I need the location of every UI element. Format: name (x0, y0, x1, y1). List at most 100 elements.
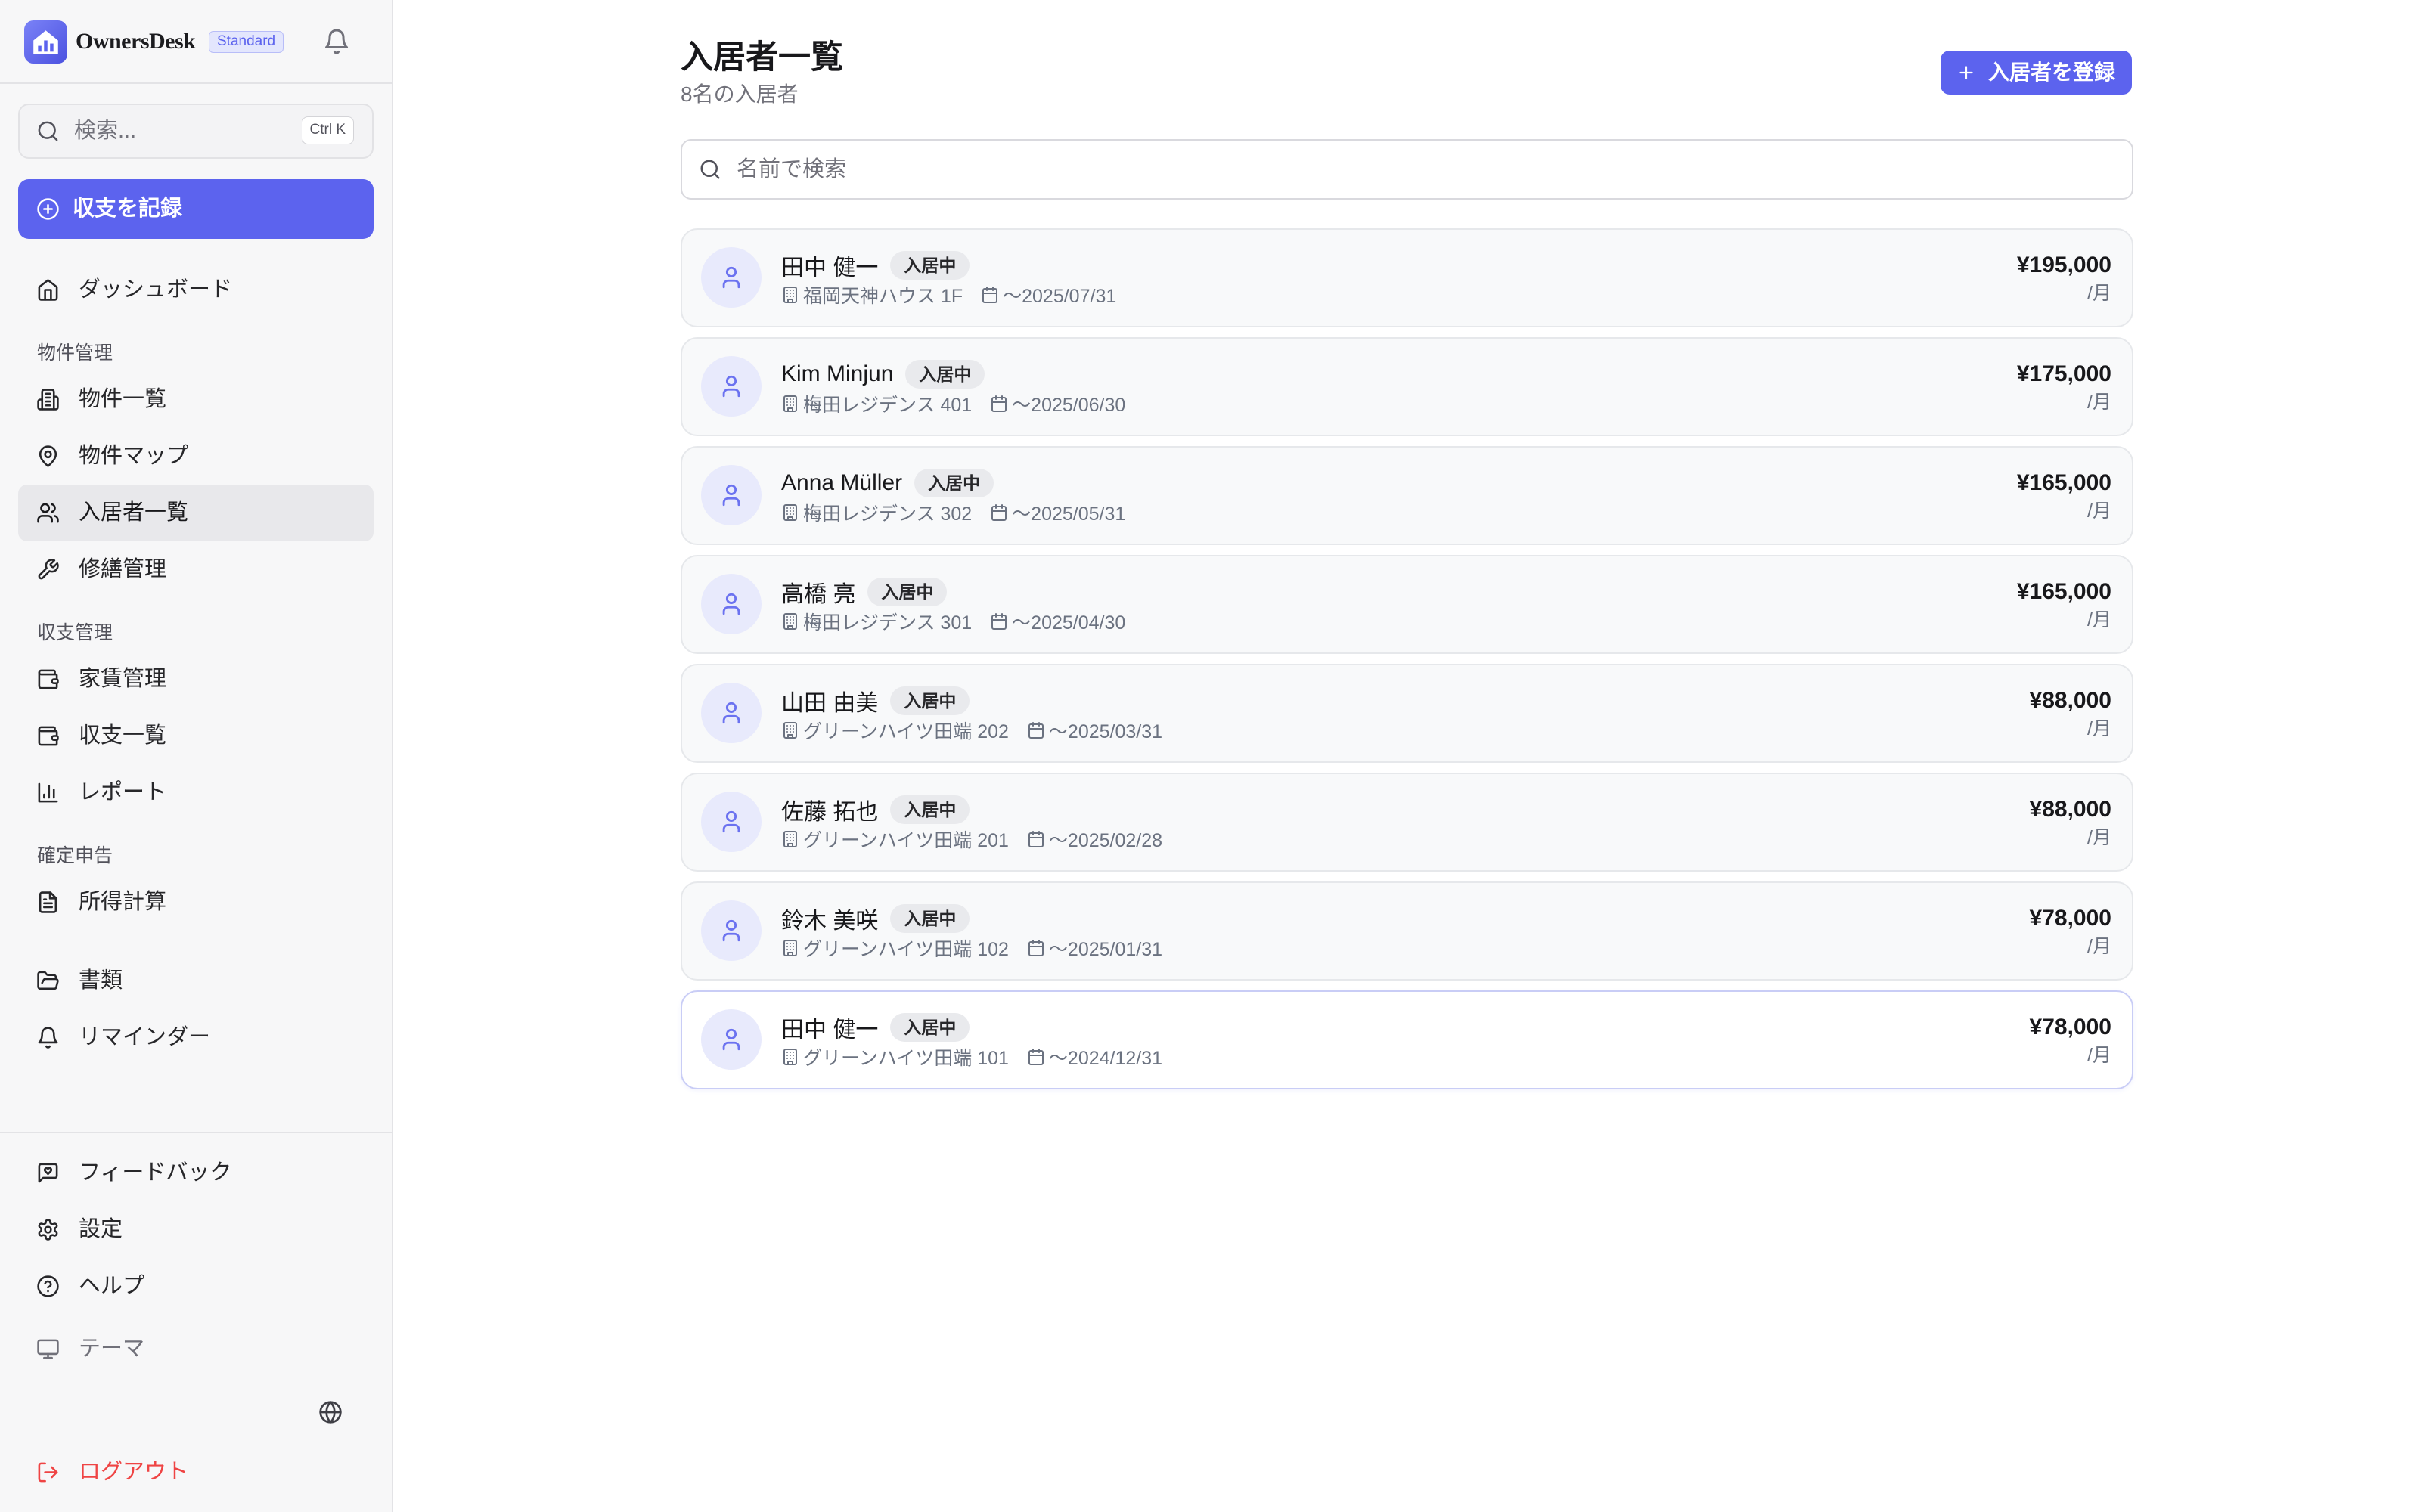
bar-chart-icon (36, 781, 60, 804)
sidebar-item-help[interactable]: ヘルプ (18, 1258, 374, 1315)
calendar-icon (1027, 721, 1045, 739)
sidebar-item-income-expense[interactable]: 収支一覧 (18, 708, 374, 764)
sidebar-item-rent[interactable]: 家賃管理 (18, 651, 374, 708)
user-icon (718, 918, 744, 943)
add-tenant-label: 入居者を登録 (1988, 60, 2116, 84)
status-badge: 入居中 (890, 795, 970, 824)
sidebar-item-label: 書類 (79, 968, 123, 993)
notifications-button[interactable] (323, 28, 350, 55)
tenant-property: グリーンハイツ田端 102 (803, 939, 1009, 960)
tenant-card[interactable]: 山田 由美 入居中 グリーンハイツ田端 202 〜2025/03/31 ¥88,… (681, 664, 2133, 763)
tenant-rent: ¥78,000 (2029, 906, 2111, 931)
status-badge: 入居中 (890, 251, 970, 280)
tenant-rent-unit: /月 (2087, 500, 2111, 522)
tenant-search-input[interactable] (735, 141, 2111, 198)
sidebar-section-tax: 確定申告 (37, 845, 113, 866)
tenant-rent-unit: /月 (2087, 392, 2111, 413)
tenant-name-row: Anna Müller 入居中 (781, 466, 994, 500)
sidebar-item-reminders[interactable]: リマインダー (18, 1009, 374, 1066)
status-badge: 入居中 (867, 578, 948, 606)
tenant-name: 高橋 亮 (781, 582, 856, 607)
tenant-card[interactable]: 田中 健一 入居中 福岡天神ハウス 1F 〜2025/07/31 ¥195,00… (681, 228, 2133, 327)
user-icon (718, 809, 744, 835)
tenant-card[interactable]: Anna Müller 入居中 梅田レジデンス 302 〜2025/05/31 … (681, 446, 2133, 545)
tenant-meta: 梅田レジデンス 302 〜2025/05/31 (781, 500, 1125, 525)
tenant-name: 田中 健一 (781, 1018, 879, 1043)
tenant-rent: ¥195,000 (2016, 253, 2111, 277)
sidebar-item-property-map[interactable]: 物件マップ (18, 428, 374, 485)
status-badge: 入居中 (890, 1013, 970, 1042)
file-text-icon (36, 891, 60, 914)
record-transaction-button[interactable]: 収支を記録 (18, 179, 374, 239)
tenant-property: 福岡天神ハウス 1F (803, 286, 963, 307)
sidebar-item-properties[interactable]: 物件一覧 (18, 371, 374, 428)
tenant-card[interactable]: Kim Minjun 入居中 梅田レジデンス 401 〜2025/06/30 ¥… (681, 337, 2133, 436)
sidebar-item-label: ダッシュボード (79, 277, 233, 302)
sidebar-search[interactable]: 検索... Ctrl K (18, 104, 374, 159)
wallet-icon (36, 668, 60, 691)
sidebar-footer-nav: フィードバック 設定 ヘルプ テーマ (18, 1145, 374, 1377)
logout-button[interactable]: ログアウト (18, 1444, 374, 1501)
add-tenant-button[interactable]: 入居者を登録 (1941, 51, 2132, 94)
app-name: OwnersDesk (76, 29, 196, 54)
tenant-count: 8名の入居者 (681, 82, 799, 106)
tenant-meta: グリーンハイツ田端 102 〜2025/01/31 (781, 935, 1162, 961)
tenant-search (681, 139, 2133, 200)
calendar-icon (1027, 939, 1045, 957)
avatar (701, 574, 762, 634)
sidebar-item-label: ヘルプ (79, 1274, 145, 1298)
tenant-meta: 福岡天神ハウス 1F 〜2025/07/31 (781, 282, 1116, 308)
wrench-icon (36, 558, 60, 581)
sidebar-item-label: 収支一覧 (79, 723, 167, 748)
search-icon (699, 158, 721, 181)
calendar-icon (990, 503, 1008, 522)
tenant-lease-end: 〜2025/06/30 (1012, 395, 1126, 416)
tenant-card[interactable]: 佐藤 拓也 入居中 グリーンハイツ田端 201 〜2025/02/28 ¥88,… (681, 773, 2133, 872)
tenant-lease-end: 〜2025/05/31 (1012, 503, 1126, 525)
tenant-card[interactable]: 鈴木 美咲 入居中 グリーンハイツ田端 102 〜2025/01/31 ¥78,… (681, 881, 2133, 981)
sidebar-item-label: 所得計算 (79, 890, 167, 914)
sidebar-item-dashboard[interactable]: ダッシュボード (18, 262, 374, 318)
message-heart-icon (36, 1161, 60, 1185)
calendar-icon (990, 395, 1008, 413)
tenant-name-row: 鈴木 美咲 入居中 (781, 901, 970, 936)
sidebar-item-label: フィードバック (79, 1160, 232, 1185)
tenant-rent-unit: /月 (2087, 283, 2111, 304)
sidebar-item-theme[interactable]: テーマ (18, 1321, 374, 1377)
tenant-card[interactable]: 高橋 亮 入居中 梅田レジデンス 301 〜2025/04/30 ¥165,00… (681, 555, 2133, 654)
user-icon (718, 265, 744, 290)
tenant-property: グリーンハイツ田端 201 (803, 830, 1009, 851)
sidebar-item-documents[interactable]: 書類 (18, 953, 374, 1009)
record-transaction-label: 収支を記録 (73, 197, 183, 221)
tenant-card[interactable]: 田中 健一 入居中 グリーンハイツ田端 101 〜2024/12/31 ¥78,… (681, 990, 2133, 1089)
calendar-icon (981, 286, 999, 304)
building-icon (781, 721, 799, 739)
sidebar-item-income-calc[interactable]: 所得計算 (18, 874, 374, 931)
sidebar-item-settings[interactable]: 設定 (18, 1201, 374, 1258)
tenant-name-row: 高橋 亮 入居中 (781, 575, 948, 609)
tenant-rent: ¥88,000 (2029, 688, 2111, 713)
tenant-rent: ¥175,000 (2016, 361, 2111, 386)
bell-icon (323, 28, 350, 55)
home-icon (36, 278, 60, 302)
sidebar-item-repairs[interactable]: 修繕管理 (18, 541, 374, 598)
sidebar-item-label: 入居者一覧 (79, 500, 189, 525)
sidebar-item-label: テーマ (79, 1337, 145, 1361)
tenant-name: 山田 由美 (781, 691, 879, 716)
tenant-lease-end: 〜2025/02/28 (1048, 830, 1163, 851)
avatar (701, 792, 762, 852)
app-logo-icon[interactable] (24, 20, 67, 64)
sidebar-item-tenants[interactable]: 入居者一覧 (18, 485, 374, 541)
sidebar-item-reports[interactable]: レポート (18, 764, 374, 821)
sidebar-item-label: 設定 (79, 1217, 123, 1241)
tenant-rent: ¥165,000 (2016, 470, 2111, 495)
building-icon (781, 395, 799, 413)
map-pin-icon (36, 445, 60, 468)
log-out-icon (36, 1461, 60, 1484)
tenant-lease-end: 〜2024/12/31 (1048, 1048, 1163, 1069)
tenant-meta: グリーンハイツ田端 101 〜2024/12/31 (781, 1044, 1162, 1070)
tenant-meta: 梅田レジデンス 401 〜2025/06/30 (781, 391, 1125, 417)
language-button[interactable] (318, 1400, 343, 1424)
user-icon (718, 482, 744, 508)
sidebar-item-feedback[interactable]: フィードバック (18, 1145, 374, 1201)
